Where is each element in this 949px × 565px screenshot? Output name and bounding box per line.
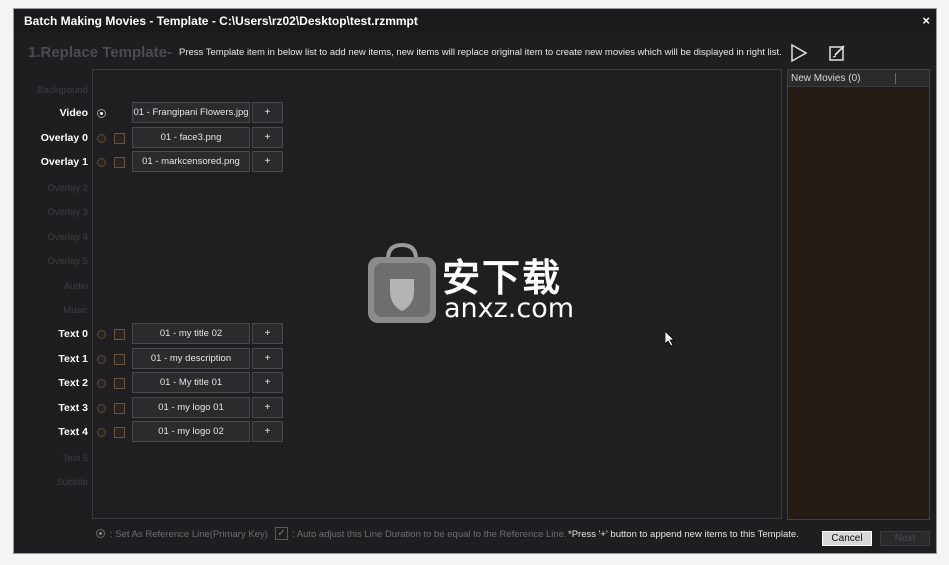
batch-making-window: Batch Making Movies - Template - C:\User…	[13, 8, 937, 554]
row-label-overlay-4: Overlay 4	[47, 232, 88, 243]
reference-radio-text-3[interactable]	[97, 404, 106, 413]
reference-radio-video[interactable]	[97, 109, 106, 118]
new-movies-header: New Movies (0)	[788, 70, 929, 87]
auto-adjust-checkbox-text-1[interactable]	[114, 354, 125, 365]
watermark: 安下载 anxz.com	[366, 241, 586, 327]
row-label-overlay-5: Overlay 5	[47, 256, 88, 267]
add-item-button-video[interactable]: +	[252, 102, 283, 123]
template-item-text-4[interactable]: 01 - my logo 02	[132, 421, 250, 442]
reference-radio-text-0[interactable]	[97, 330, 106, 339]
row-label-overlay-1: Overlay 1	[40, 156, 88, 168]
row-label-overlay-3: Overlay 3	[47, 207, 88, 218]
row-label-text-4: Text 4	[58, 426, 88, 438]
template-item-text-0[interactable]: 01 - my title 02	[132, 323, 250, 344]
step-description: Press Template item in below list to add…	[179, 47, 782, 58]
auto-adjust-checkbox-overlay-1[interactable]	[114, 157, 125, 168]
add-item-button-text-3[interactable]: +	[252, 397, 283, 418]
cancel-button[interactable]: Cancel	[822, 531, 872, 546]
reference-radio-overlay-1[interactable]	[97, 158, 106, 167]
row-label-text-1: Text 1	[58, 353, 88, 365]
window-title: Batch Making Movies - Template - C:\User…	[24, 14, 418, 28]
row-label-audio: Audio	[63, 281, 88, 292]
new-movies-panel[interactable]: New Movies (0)	[787, 69, 930, 520]
hint-text: *Press '+' button to append new items to…	[568, 529, 799, 540]
add-item-button-text-1[interactable]: +	[252, 348, 283, 369]
template-item-text-1[interactable]: 01 - my description	[132, 348, 250, 369]
auto-adjust-checkbox-text-0[interactable]	[114, 329, 125, 340]
template-item-text-3[interactable]: 01 - my logo 01	[132, 397, 250, 418]
reference-radio-text-4[interactable]	[97, 428, 106, 437]
auto-adjust-checkbox-text-3[interactable]	[114, 403, 125, 414]
row-label-overlay-2: Overlay 2	[47, 183, 88, 194]
play-icon[interactable]	[789, 43, 809, 63]
title-bar: Batch Making Movies - Template - C:\User…	[14, 9, 936, 33]
column-separator	[895, 73, 896, 84]
watermark-en: anxz.com	[444, 293, 575, 324]
next-button[interactable]: Next	[880, 531, 930, 546]
row-label-overlay-0: Overlay 0	[40, 132, 88, 144]
row-label-background: Background	[37, 85, 88, 96]
row-label-music: Music	[63, 305, 88, 316]
row-label-text-5: Text 5	[62, 453, 88, 464]
reference-radio-text-1[interactable]	[97, 355, 106, 364]
reference-radio-overlay-0[interactable]	[97, 134, 106, 143]
row-label-video: Video	[59, 107, 88, 119]
auto-adjust-checkbox-overlay-0[interactable]	[114, 133, 125, 144]
add-item-button-text-2[interactable]: +	[252, 372, 283, 393]
auto-adjust-text: : Auto adjust this Line Duration to be e…	[292, 529, 567, 540]
close-icon[interactable]: ×	[922, 9, 930, 33]
auto-adjust-checkbox-text-2[interactable]	[114, 378, 125, 389]
new-movies-title: New Movies (0)	[791, 73, 861, 84]
template-item-overlay-1[interactable]: 01 - markcensored.png	[132, 151, 250, 172]
auto-adjust-checkbox-text-4[interactable]	[114, 427, 125, 438]
row-label-text-0: Text 0	[58, 328, 88, 340]
row-label-subtitle: Subtitle	[56, 477, 88, 488]
add-item-button-text-4[interactable]: +	[252, 421, 283, 442]
step-title: 1.Replace Template-	[28, 44, 172, 61]
reference-radio-legend	[96, 529, 105, 538]
row-label-text-2: Text 2	[58, 377, 88, 389]
edit-icon[interactable]	[827, 43, 847, 63]
template-item-overlay-0[interactable]: 01 - face3.png	[132, 127, 250, 148]
template-item-video[interactable]: 01 - Frangipani Flowers.jpg	[132, 102, 250, 123]
add-item-button-text-0[interactable]: +	[252, 323, 283, 344]
reference-radio-text-2[interactable]	[97, 379, 106, 388]
auto-adjust-checkbox-legend: ✓	[275, 527, 288, 540]
bag-logo-icon	[368, 242, 436, 323]
template-item-text-2[interactable]: 01 - My title 01	[132, 372, 250, 393]
mouse-cursor-icon	[665, 331, 675, 347]
reference-line-text: : Set As Reference Line(Primary Key)	[110, 529, 268, 540]
row-label-text-3: Text 3	[58, 402, 88, 414]
add-item-button-overlay-1[interactable]: +	[252, 151, 283, 172]
add-item-button-overlay-0[interactable]: +	[252, 127, 283, 148]
